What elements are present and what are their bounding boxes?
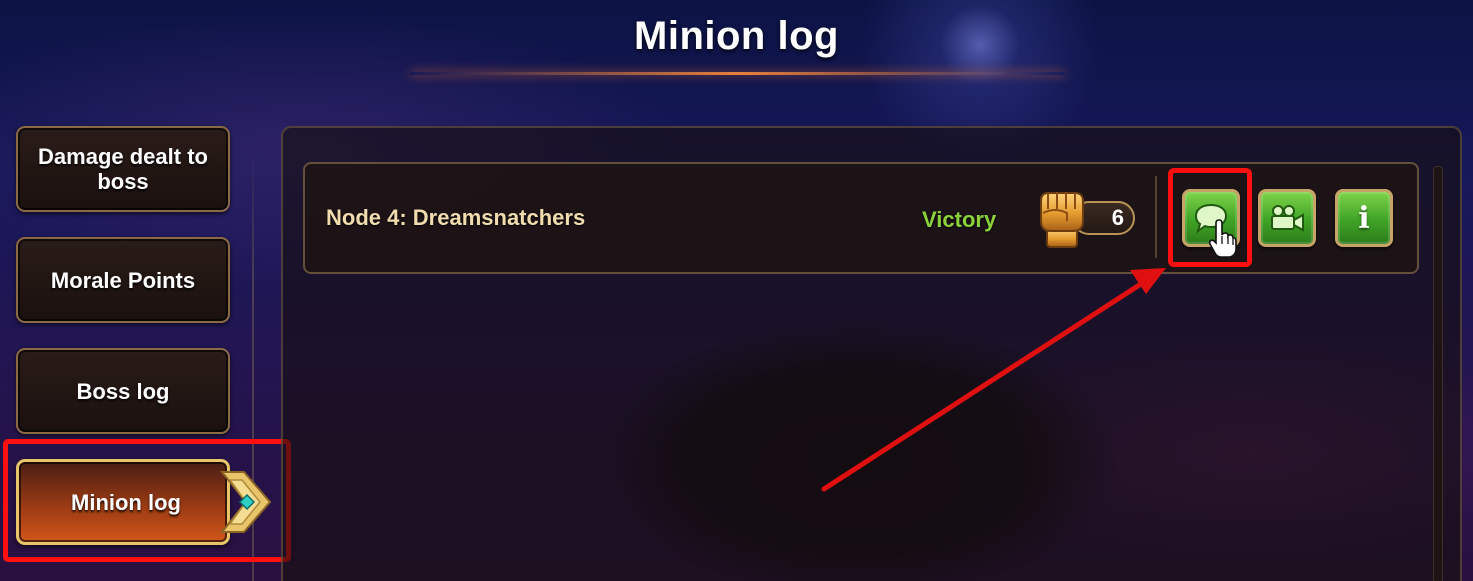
title-underline (410, 72, 1065, 75)
fist-icon (1040, 192, 1084, 248)
page-title: Minion log (634, 14, 839, 58)
log-entry-result: Victory (922, 207, 997, 232)
info-button[interactable]: i (1335, 189, 1393, 247)
log-scrollbar[interactable] (1433, 166, 1443, 581)
video-camera-icon (1271, 205, 1304, 232)
sidebar-item-damage-dealt-to-boss[interactable]: Damage dealt to boss (16, 126, 230, 212)
sidebar-item-boss-log[interactable]: Boss log (16, 348, 230, 434)
sidebar-item-minion-log[interactable]: Minion log (16, 459, 230, 545)
hand-cursor-icon (1208, 219, 1237, 258)
log-entry-node: Node 4: Dreamsnatchers (326, 205, 586, 230)
sidebar-item-label: Morale Points (50, 267, 196, 293)
log-entry-divider (1155, 176, 1157, 258)
minion-log-screen: Minion log Damage dealt to boss Morale P… (0, 0, 1473, 581)
replay-video-button[interactable] (1258, 189, 1316, 247)
info-icon: i (1358, 200, 1370, 236)
active-tab-chevron-icon (219, 471, 272, 533)
sidebar-item-label: Minion log (71, 489, 181, 515)
sidebar-item-label: Damage dealt to boss (38, 144, 208, 194)
sidebar-item-morale-points[interactable]: Morale Points (16, 237, 230, 323)
sidebar-item-label: Boss log (76, 378, 170, 404)
